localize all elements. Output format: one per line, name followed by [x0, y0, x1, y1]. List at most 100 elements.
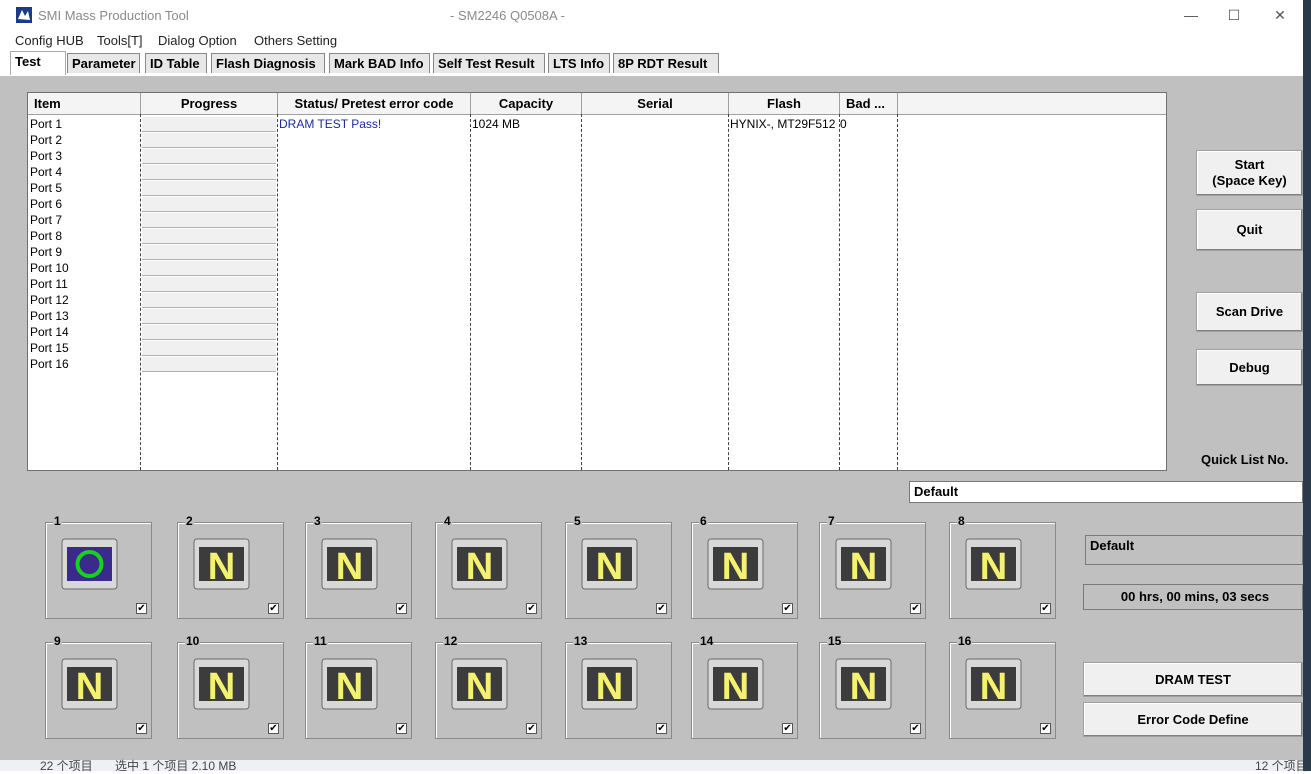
bad-cell: 0 [840, 117, 847, 131]
port-number: 6 [699, 514, 708, 528]
port-no-device-icon: N [835, 658, 892, 710]
background-desktop-edge [1303, 0, 1311, 771]
tab-8p-rdt-result[interactable]: 8P RDT Result [613, 53, 719, 73]
quick-list-select[interactable]: Default [909, 481, 1303, 503]
port-enable-checkbox[interactable]: ✔ [268, 723, 279, 734]
tab-parameter[interactable]: Parameter [67, 53, 140, 73]
dram-test-button[interactable]: DRAM TEST [1083, 662, 1303, 697]
port-slot[interactable]: 13 N ✔ [565, 634, 672, 739]
col-item[interactable]: Item [28, 93, 141, 114]
table-row-item[interactable]: Port 11 [30, 276, 68, 292]
start-button[interactable]: Start (Space Key) [1196, 150, 1303, 196]
port-enable-checkbox[interactable]: ✔ [396, 603, 407, 614]
tab-mark-bad-info[interactable]: Mark BAD Info [329, 53, 430, 73]
port-number: 8 [957, 514, 966, 528]
port-slot[interactable]: 8 N ✔ [949, 514, 1056, 619]
tab-id-table[interactable]: ID Table [145, 53, 207, 73]
title-bar: SMI Mass Production Tool - SM2246 Q0508A… [0, 0, 1303, 31]
col-flash[interactable]: Flash [729, 93, 840, 114]
table-row-item[interactable]: Port 10 [30, 260, 69, 276]
tab-test[interactable]: Test [10, 51, 66, 75]
port-slot[interactable]: 10 N ✔ [177, 634, 284, 739]
port-slot[interactable]: 3 N ✔ [305, 514, 412, 619]
port-enable-checkbox[interactable]: ✔ [396, 723, 407, 734]
tab-self-test-result[interactable]: Self Test Result [433, 53, 545, 73]
port-enable-checkbox[interactable]: ✔ [910, 603, 921, 614]
col-empty [898, 93, 1166, 114]
table-row-item[interactable]: Port 9 [30, 244, 62, 260]
port-enable-checkbox[interactable]: ✔ [656, 723, 667, 734]
table-row-item[interactable]: Port 1 [30, 116, 62, 132]
port-number: 7 [827, 514, 836, 528]
table-row-item[interactable]: Port 3 [30, 148, 62, 164]
port-enable-checkbox[interactable]: ✔ [1040, 723, 1051, 734]
port-state-mark: N [336, 666, 363, 708]
port-enable-checkbox[interactable]: ✔ [910, 723, 921, 734]
port-slot[interactable]: 1 ✔ [45, 514, 152, 619]
debug-button[interactable]: Debug [1196, 349, 1303, 386]
port-number: 15 [827, 634, 843, 648]
error-code-define-button[interactable]: Error Code Define [1083, 702, 1303, 737]
port-slot[interactable]: 9 N ✔ [45, 634, 152, 739]
table-row-item[interactable]: Port 16 [30, 356, 69, 372]
col-status[interactable]: Status/ Pretest error code [278, 93, 471, 114]
bg-item-count: 22 个项目 [40, 759, 93, 773]
port-slot[interactable]: 16 N ✔ [949, 634, 1056, 739]
port-slot[interactable]: 14 N ✔ [691, 634, 798, 739]
port-state-mark: N [596, 546, 623, 588]
port-enable-checkbox[interactable]: ✔ [656, 603, 667, 614]
menu-tools[interactable]: Tools[T] [97, 33, 143, 48]
table-row-item[interactable]: Port 13 [30, 308, 69, 324]
close-button[interactable]: ✕ [1257, 4, 1303, 26]
port-enable-checkbox[interactable]: ✔ [782, 603, 793, 614]
port-slot[interactable]: 6 N ✔ [691, 514, 798, 619]
minimize-button[interactable]: — [1168, 4, 1214, 26]
port-enable-checkbox[interactable]: ✔ [526, 603, 537, 614]
port-enable-checkbox[interactable]: ✔ [1040, 603, 1051, 614]
table-row-item[interactable]: Port 6 [30, 196, 62, 212]
scan-drive-button[interactable]: Scan Drive [1196, 292, 1303, 332]
window-subtitle: - SM2246 Q0508A - [450, 8, 565, 23]
table-row-item[interactable]: Port 14 [30, 324, 69, 340]
table-row-item[interactable]: Port 15 [30, 340, 69, 356]
port-slot[interactable]: 7 N ✔ [819, 514, 926, 619]
port-no-device-icon: N [193, 538, 250, 590]
quit-button[interactable]: Quit [1196, 209, 1303, 251]
maximize-button[interactable]: ☐ [1211, 4, 1257, 26]
port-slot[interactable]: 4 N ✔ [435, 514, 542, 619]
background-explorer-status: 22 个项目 选中 1 个项目 2.10 MB 12 个项目 [0, 759, 1311, 773]
port-enable-checkbox[interactable]: ✔ [136, 603, 147, 614]
col-bad[interactable]: Bad ... [840, 93, 898, 114]
port-slot[interactable]: 12 N ✔ [435, 634, 542, 739]
menu-config-hub[interactable]: Config HUB [15, 33, 84, 48]
elapsed-timer: 00 hrs, 00 mins, 03 secs [1083, 584, 1303, 610]
port-enable-checkbox[interactable]: ✔ [526, 723, 537, 734]
port-slot[interactable]: 2 N ✔ [177, 514, 284, 619]
table-row-item[interactable]: Port 5 [30, 180, 62, 196]
menu-others-setting[interactable]: Others Setting [254, 33, 337, 48]
port-slot[interactable]: 15 N ✔ [819, 634, 926, 739]
port-number: 2 [185, 514, 194, 528]
col-capacity[interactable]: Capacity [471, 93, 582, 114]
column-divider [277, 114, 278, 470]
tab-flash-diagnosis[interactable]: Flash Diagnosis [211, 53, 325, 73]
port-enable-checkbox[interactable]: ✔ [268, 603, 279, 614]
port-enable-checkbox[interactable]: ✔ [782, 723, 793, 734]
col-serial[interactable]: Serial [582, 93, 729, 114]
port-slot[interactable]: 5 N ✔ [565, 514, 672, 619]
table-row-item[interactable]: Port 4 [30, 164, 62, 180]
tab-lts-info[interactable]: LTS Info [548, 53, 610, 73]
table-row-item[interactable]: Port 8 [30, 228, 62, 244]
table-row-item[interactable]: Port 7 [30, 212, 62, 228]
port-status-table[interactable]: Item Progress Status/ Pretest error code… [27, 92, 1167, 471]
port-enable-checkbox[interactable]: ✔ [136, 723, 147, 734]
col-progress[interactable]: Progress [141, 93, 278, 114]
port-number: 16 [957, 634, 973, 648]
table-row-item[interactable]: Port 2 [30, 132, 62, 148]
port-no-device-icon: N [707, 538, 764, 590]
table-header: Item Progress Status/ Pretest error code… [28, 93, 1166, 115]
port-slot[interactable]: 11 N ✔ [305, 634, 412, 739]
progress-bar [142, 149, 276, 164]
table-row-item[interactable]: Port 12 [30, 292, 69, 308]
menu-dialog-option[interactable]: Dialog Option [158, 33, 237, 48]
